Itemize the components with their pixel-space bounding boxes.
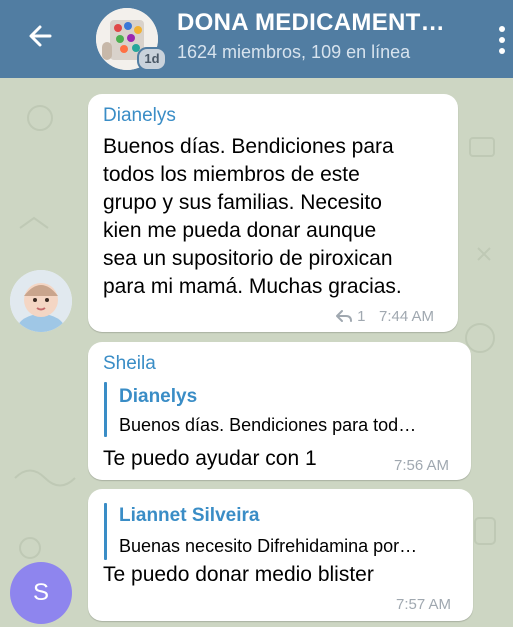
reply-quote-text[interactable]: Buenas necesito Difrehidamina por… <box>119 536 461 557</box>
time-badge: 1d <box>137 47 167 71</box>
replies-indicator[interactable]: 1 <box>335 308 366 325</box>
reply-quote-bar <box>104 503 107 560</box>
chat-header: 1d DONA MEDICAMENT… 1624 miembros, 109 e… <box>0 0 513 78</box>
arrow-left-icon <box>29 25 52 47</box>
reply-count: 1 <box>357 308 366 325</box>
chat-subtitle: 1624 miembros, 109 en línea <box>177 42 411 62</box>
back-button[interactable] <box>20 20 60 60</box>
message-line: sea un supositorio de piroxican <box>103 247 393 270</box>
message-bubble[interactable]: Dianelys Buenos días. Bendiciones para t… <box>88 94 458 332</box>
message-bubble[interactable]: Sheila Dianelys Buenos días. Bendiciones… <box>88 342 471 480</box>
message-line: Buenos días. Bendiciones para <box>103 135 394 158</box>
chat-title[interactable]: DONA MEDICAMENT… <box>177 9 467 37</box>
sender-avatar-sheila[interactable]: S <box>10 562 72 624</box>
sender-avatar-dianelys[interactable] <box>10 270 72 332</box>
message-bubble[interactable]: Liannet Silveira Buenas necesito Difrehi… <box>88 489 473 621</box>
reply-icon <box>336 310 352 322</box>
reply-quote-name[interactable]: Liannet Silveira <box>119 505 259 527</box>
message-time: 7:56 AM <box>394 457 450 474</box>
message-line: kien me pueda donar aunque <box>103 219 377 242</box>
sender-name[interactable]: Sheila <box>103 353 156 375</box>
message-line: grupo y sus familias. Necesito <box>103 191 382 214</box>
message-text: Te puedo ayudar con 1 <box>103 447 317 470</box>
menu-button[interactable] <box>494 22 510 58</box>
message-text: Buenos días. Bendiciones para todos los … <box>103 133 402 301</box>
reply-quote-name[interactable]: Dianelys <box>119 386 197 408</box>
reply-quote-text[interactable]: Buenos días. Bendiciones para tod… <box>119 415 459 436</box>
message-time: 7:44 AM <box>379 308 435 325</box>
sender-name[interactable]: Dianelys <box>103 105 176 127</box>
message-line: todos los miembros de este <box>103 163 360 186</box>
message-text: Te puedo donar medio blister <box>103 563 374 586</box>
message-time: 7:57 AM <box>396 596 452 613</box>
reply-quote-bar <box>104 382 107 437</box>
message-line: para mi mamá. Muchas gracias. <box>103 275 402 298</box>
more-vertical-icon <box>499 26 505 54</box>
baby-photo-icon <box>10 270 72 332</box>
